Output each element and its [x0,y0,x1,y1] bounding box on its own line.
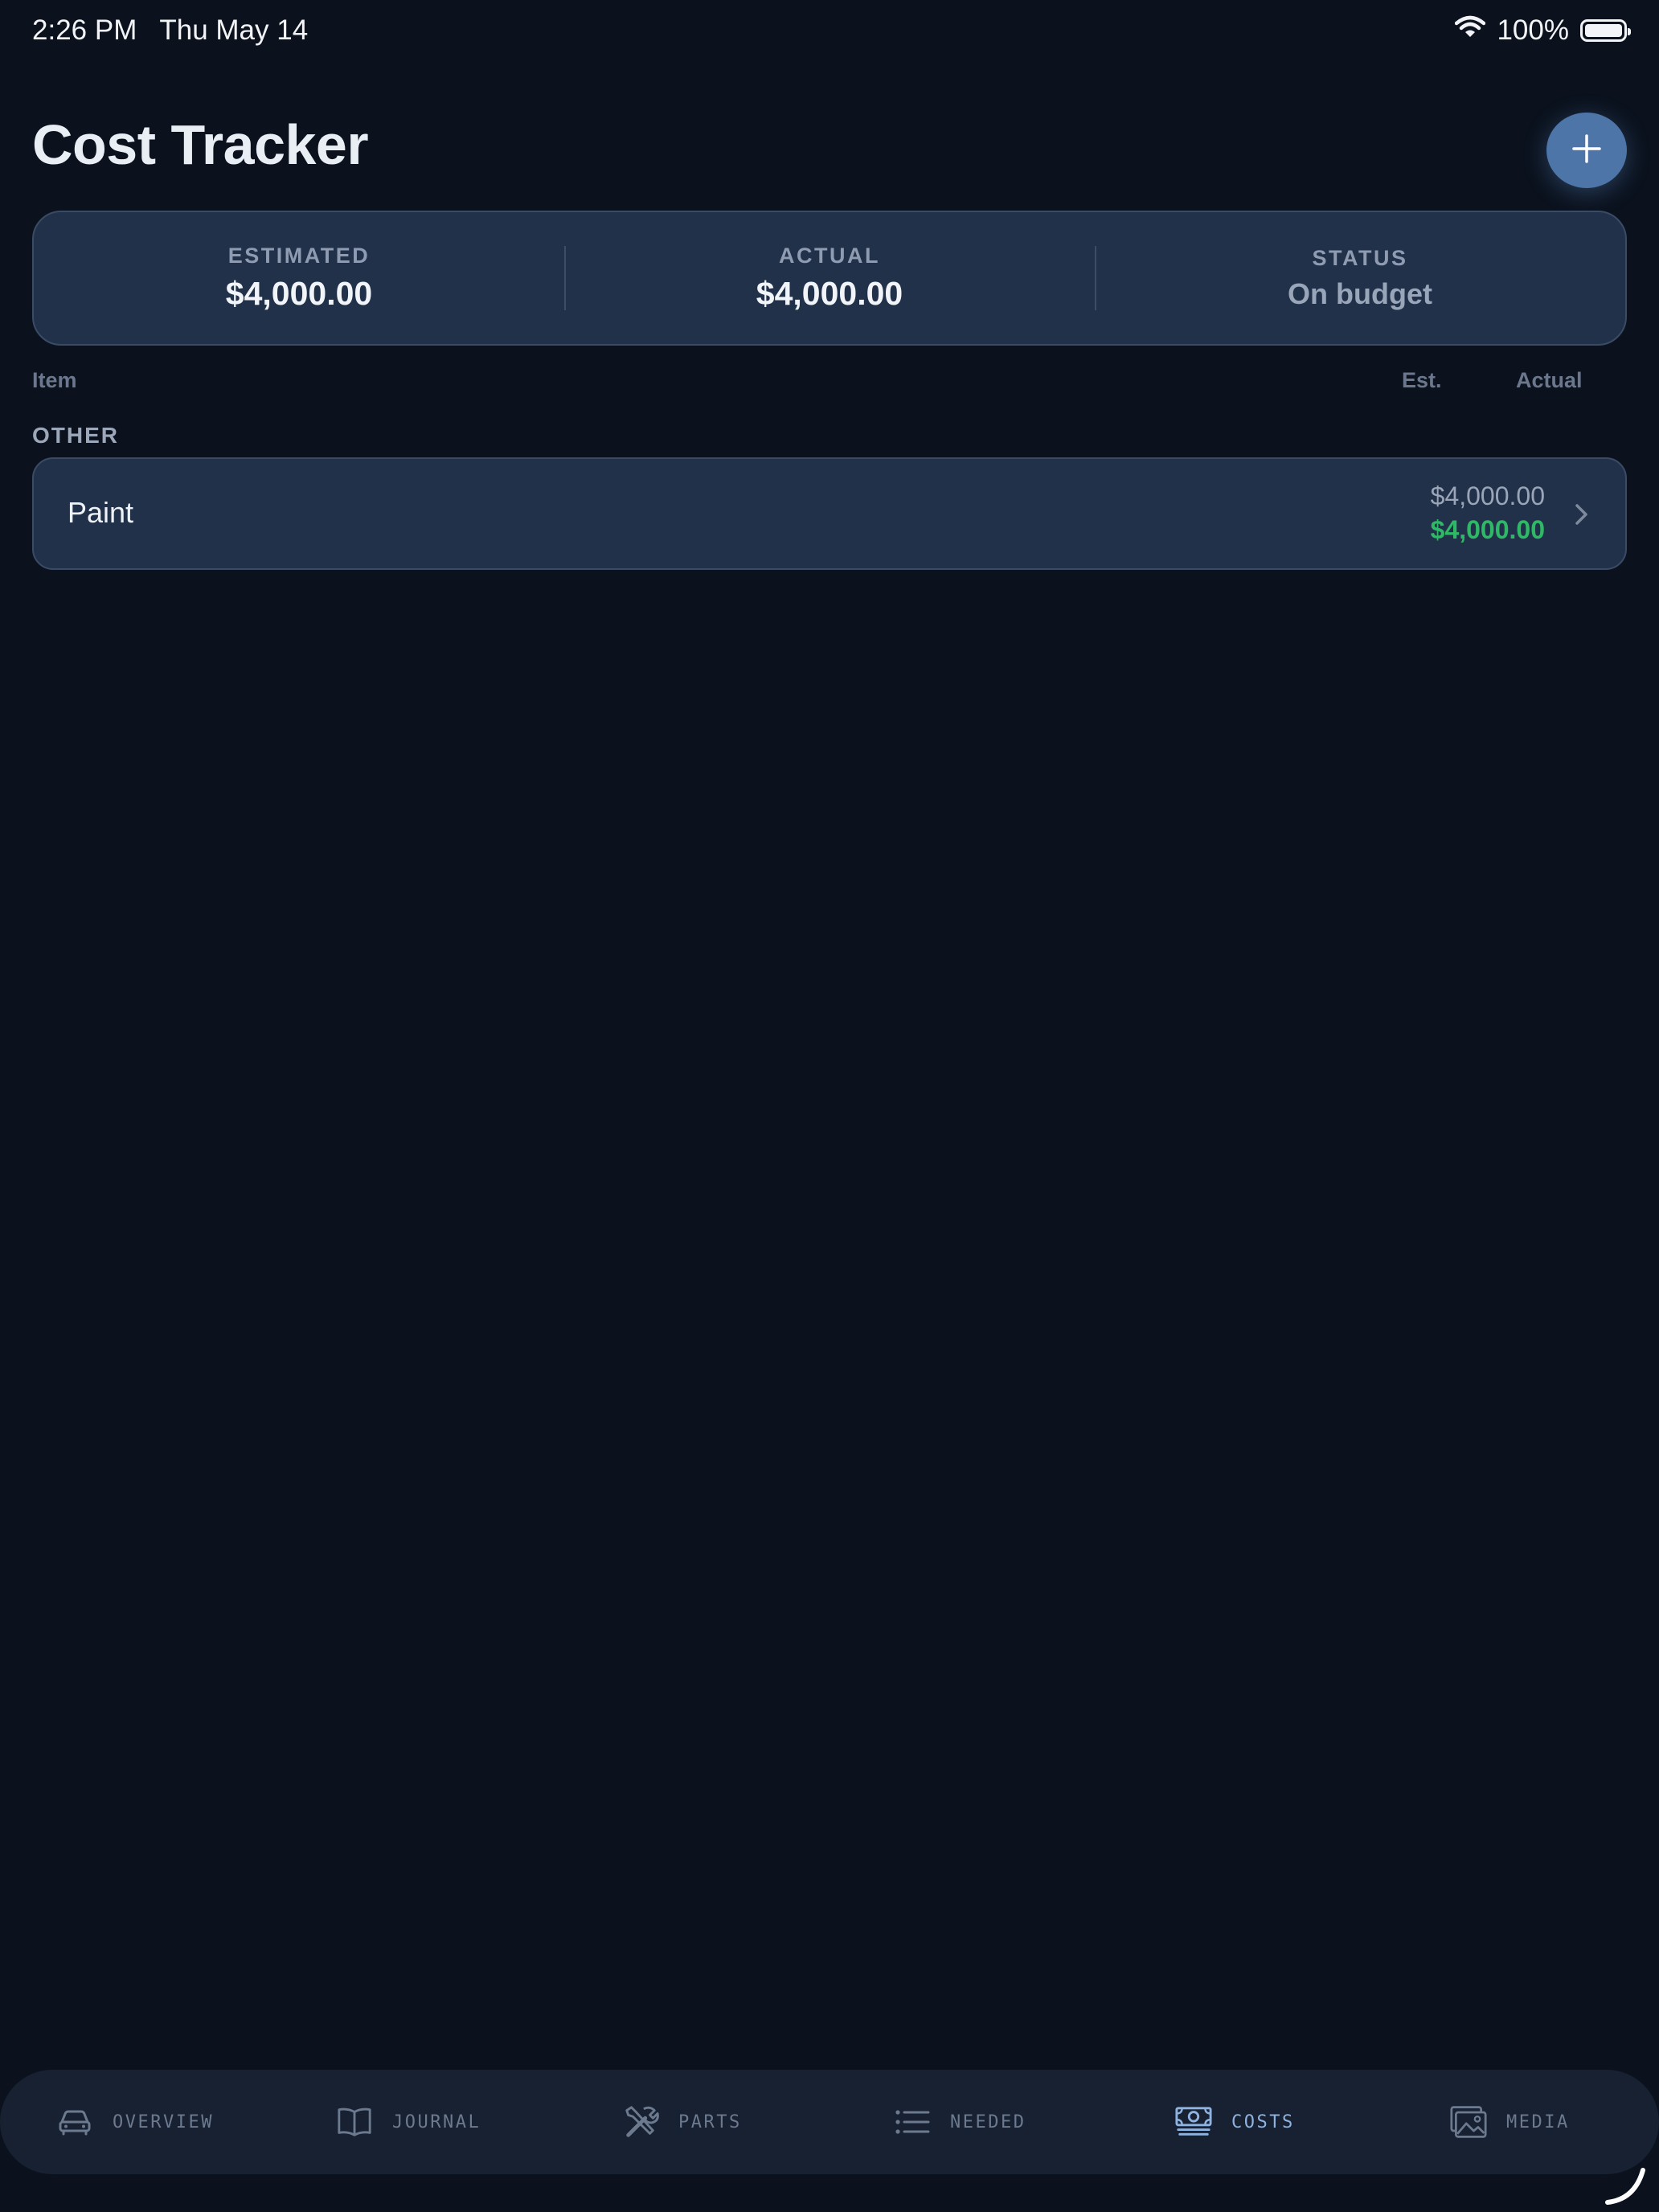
budget-summary-card: ESTIMATED $4,000.00 ACTUAL $4,000.00 STA… [32,211,1627,346]
status-left: 2:26 PM Thu May 14 [32,14,308,47]
tab-costs[interactable]: COSTS [1175,2070,1295,2174]
cost-item-estimated: $4,000.00 [1430,481,1545,510]
tab-costs-label: COSTS [1231,2112,1295,2132]
banknote-icon [1175,2103,1212,2140]
book-icon [336,2103,373,2140]
estimated-total: $4,000.00 [225,275,373,312]
battery-fill [1585,24,1622,37]
actual-total: $4,000.00 [756,275,903,312]
actual-summary: ACTUAL $4,000.00 [564,212,1095,344]
column-header-actual: Actual [1516,368,1583,392]
status-label: STATUS [1312,245,1408,270]
status-time: 2:26 PM [32,14,137,46]
battery-percent: 100% [1497,14,1569,46]
car-icon [56,2103,93,2140]
actual-label: ACTUAL [779,244,880,268]
photos-icon [1450,2103,1487,2140]
plus-icon [1571,133,1603,169]
page-title: Cost Tracker [32,113,369,176]
wifi-icon [1455,14,1486,47]
cost-item-row[interactable]: Paint $4,000.00 $4,000.00 [32,457,1627,570]
tools-icon [622,2103,659,2140]
status-right: 100% [1455,14,1631,47]
list-icon [894,2103,931,2140]
cost-item-actual: $4,000.00 [1430,515,1545,544]
tab-media-label: MEDIA [1506,2112,1570,2132]
resize-corner-indicator [1603,2162,1651,2210]
tab-journal-label: JOURNAL [392,2112,481,2132]
column-header-est: Est. [1402,368,1442,392]
column-header-item: Item [32,368,77,392]
tab-parts[interactable]: PARTS [622,2070,742,2174]
section-header-other: OTHER [32,423,119,448]
add-cost-button[interactable] [1546,113,1627,188]
status-summary: STATUS On budget [1095,212,1625,344]
battery-icon [1580,19,1631,42]
status-date: Thu May 14 [159,14,309,46]
tab-overview-label: OVERVIEW [113,2112,214,2132]
estimated-summary: ESTIMATED $4,000.00 [34,212,564,344]
tab-parts-label: PARTS [678,2112,742,2132]
tab-needed-label: NEEDED [950,2112,1026,2132]
cost-tracker-screen: 2:26 PM Thu May 14 100% Cost Tracker EST… [0,0,1659,2212]
tab-media[interactable]: MEDIA [1450,2070,1570,2174]
cost-item-name: Paint [68,496,134,529]
chevron-right-icon [1569,501,1593,528]
estimated-label: ESTIMATED [227,244,371,268]
tab-needed[interactable]: NEEDED [894,2070,1026,2174]
tab-journal[interactable]: JOURNAL [336,2070,481,2174]
bottom-tab-bar: OVERVIEW JOURNAL PARTS NEEDED COSTS MEDI… [0,2070,1659,2174]
budget-status: On budget [1288,276,1432,310]
status-bar: 2:26 PM Thu May 14 100% [32,11,1631,50]
tab-overview[interactable]: OVERVIEW [56,2070,214,2174]
